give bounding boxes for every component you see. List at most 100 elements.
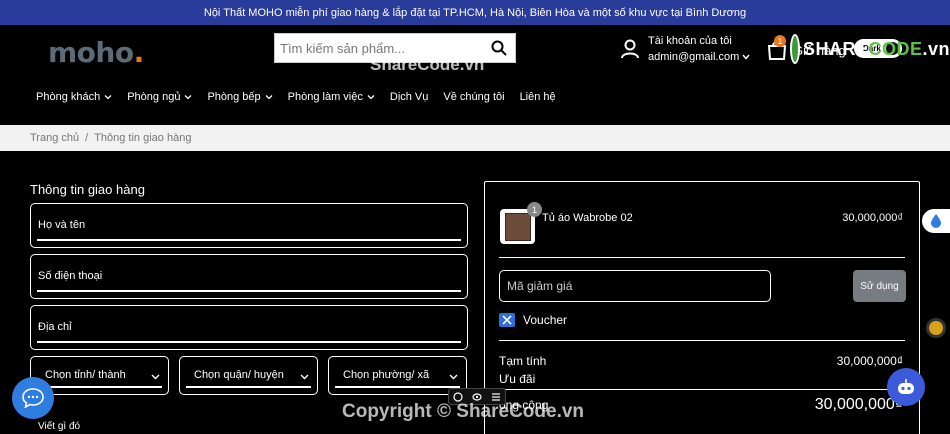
- nav-living-room[interactable]: Phòng khách: [36, 91, 112, 103]
- nav-bedroom[interactable]: Phòng ngủ: [127, 91, 192, 103]
- account-menu[interactable]: Tài khoản của tôi admin@gmail.com: [620, 33, 750, 65]
- field-underline: [37, 341, 461, 343]
- nav-label: Về chúng tôi: [443, 91, 505, 103]
- promo-topbar: Nội Thất MOHO miễn phí giao hàng & lắp đ…: [0, 0, 950, 25]
- province-select-label: Chọn tỉnh/ thành: [45, 369, 126, 381]
- subtotal-label: Tạm tính: [499, 354, 547, 368]
- coupon-input[interactable]: [500, 271, 770, 301]
- settings-gear-icon[interactable]: [926, 318, 946, 338]
- voucher-link[interactable]: Voucher: [499, 313, 567, 327]
- quantity-badge: 1: [527, 202, 542, 217]
- logo-text: moho: [48, 36, 134, 69]
- phone-field-label: Số điện thoại: [38, 270, 103, 282]
- select-underline: [335, 386, 460, 388]
- product-name: Tủ áo Wabrobe 02: [542, 212, 633, 224]
- discount-row: Ưu đãi -: [499, 372, 903, 386]
- breadcrumb-home[interactable]: Trang chủ: [30, 132, 79, 144]
- name-field-label: Họ và tên: [38, 219, 86, 231]
- nav-label: Phòng bếp: [207, 91, 261, 103]
- voucher-label: Voucher: [523, 313, 568, 327]
- address-field[interactable]: Địa chỉ: [30, 305, 468, 350]
- address-field-label: Địa chỉ: [38, 321, 72, 333]
- account-label: Tài khoản của tôi: [648, 35, 732, 47]
- discount-label: Ưu đãi: [499, 372, 536, 386]
- field-underline: [37, 290, 461, 292]
- cart-count-badge: 1: [774, 35, 786, 47]
- shipping-form: Thông tin giao hàng Họ và tên Số điện th…: [30, 182, 470, 395]
- account-email: admin@gmail.com: [648, 51, 740, 63]
- note-field-label[interactable]: Viết gì đó: [38, 421, 80, 432]
- district-select-label: Chọn quận/ huyện: [194, 369, 284, 381]
- coupon-field[interactable]: [499, 270, 771, 302]
- search-icon: [491, 40, 507, 56]
- search-button[interactable]: [483, 34, 515, 62]
- robot-icon: [898, 379, 914, 394]
- divider: [499, 389, 905, 390]
- moho-logo[interactable]: moho.: [48, 36, 144, 69]
- chevron-down-icon: [104, 95, 112, 100]
- sharecode-badge-icon: [790, 34, 800, 64]
- ward-select[interactable]: Chọn phường/ xã: [328, 356, 467, 395]
- district-select[interactable]: Chọn quận/ huyện: [179, 356, 318, 395]
- subtotal-row: Tạm tính 30,000,000₫: [499, 354, 903, 368]
- apply-coupon-button[interactable]: Sử dụng: [853, 270, 906, 302]
- comment-icon[interactable]: [453, 391, 463, 402]
- sharecode-logo-suffix: .vn: [922, 38, 950, 59]
- nav-contact[interactable]: Liên hệ: [520, 91, 556, 103]
- chevron-down-icon: [151, 374, 160, 380]
- watermark-bottom: Copyright © ShareCode.vn: [342, 401, 585, 422]
- nav-about[interactable]: Về chúng tôi: [443, 91, 504, 103]
- wardrobe-image: [504, 212, 531, 241]
- site-header: moho. ShareCode.vn Tài khoản của tôi adm…: [0, 25, 950, 125]
- select-underline: [186, 386, 311, 388]
- field-underline: [37, 239, 461, 241]
- nav-label: Dịch Vụ: [389, 91, 429, 103]
- subtotal-value: 30,000,000₫: [836, 354, 903, 368]
- nav-label: Liên hệ: [519, 91, 556, 103]
- chat-bubble-icon: [22, 388, 44, 408]
- phone-field[interactable]: Số điện thoại: [30, 254, 468, 299]
- chevron-down-icon: [300, 374, 309, 380]
- logo-dot: .: [133, 36, 145, 69]
- chevron-down-icon: [265, 95, 273, 100]
- nav-label: Phòng làm việc: [287, 91, 363, 103]
- location-selects: Chọn tỉnh/ thành Chọn quận/ huyện Chọn p…: [30, 356, 470, 395]
- water-drop-widget[interactable]: [922, 209, 950, 233]
- chat-button[interactable]: [12, 377, 54, 419]
- cart-icon: 1: [766, 35, 788, 61]
- sharecode-logo-code: CODE: [868, 38, 923, 59]
- nav-services[interactable]: Dịch Vụ: [390, 91, 429, 103]
- name-field[interactable]: Họ và tên: [30, 203, 468, 248]
- nav-kitchen[interactable]: Phòng bếp: [207, 91, 273, 103]
- divider: [499, 257, 905, 258]
- nav-office[interactable]: Phòng làm việc: [288, 91, 375, 103]
- chevron-down-icon: [184, 95, 192, 100]
- chatbot-button[interactable]: [887, 368, 925, 406]
- chevron-down-icon: [367, 95, 375, 100]
- ward-select-label: Chọn phường/ xã: [343, 369, 430, 381]
- shipping-title: Thông tin giao hàng: [30, 182, 145, 197]
- product-thumbnail: 1: [500, 202, 542, 244]
- user-icon: [621, 39, 639, 59]
- divider: [499, 340, 905, 341]
- product-price: 30,000,000₫: [842, 212, 903, 224]
- voucher-icon: [499, 313, 515, 327]
- chevron-down-icon: [742, 54, 750, 60]
- main-nav: Phòng khách Phòng ngủ Phòng bếp Phòng là…: [36, 91, 571, 103]
- nav-label: Phòng ngủ: [127, 91, 181, 103]
- sharecode-logo: SHARECODE.vn: [790, 33, 950, 65]
- order-summary: 1 Tủ áo Wabrobe 02 30,000,000₫ Sử dụng V…: [484, 181, 920, 434]
- water-drop-icon: [931, 214, 941, 228]
- nav-label: Phòng khách: [36, 91, 101, 103]
- promo-message: Nội Thất MOHO miễn phí giao hàng & lắp đ…: [203, 6, 747, 19]
- select-underline: [37, 386, 162, 388]
- account-user: admin@gmail.com: [648, 49, 750, 65]
- total-value: 30,000,000₫: [814, 396, 903, 413]
- breadcrumb: Trang chủ / Thông tin giao hàng: [0, 125, 950, 151]
- menu-icon[interactable]: [491, 392, 501, 402]
- breadcrumb-separator: /: [85, 132, 89, 144]
- eye-icon[interactable]: [472, 392, 482, 402]
- chevron-down-icon: [449, 374, 458, 380]
- watermark-top: ShareCode.vn: [370, 55, 485, 74]
- breadcrumb-current: Thông tin giao hàng: [94, 132, 192, 144]
